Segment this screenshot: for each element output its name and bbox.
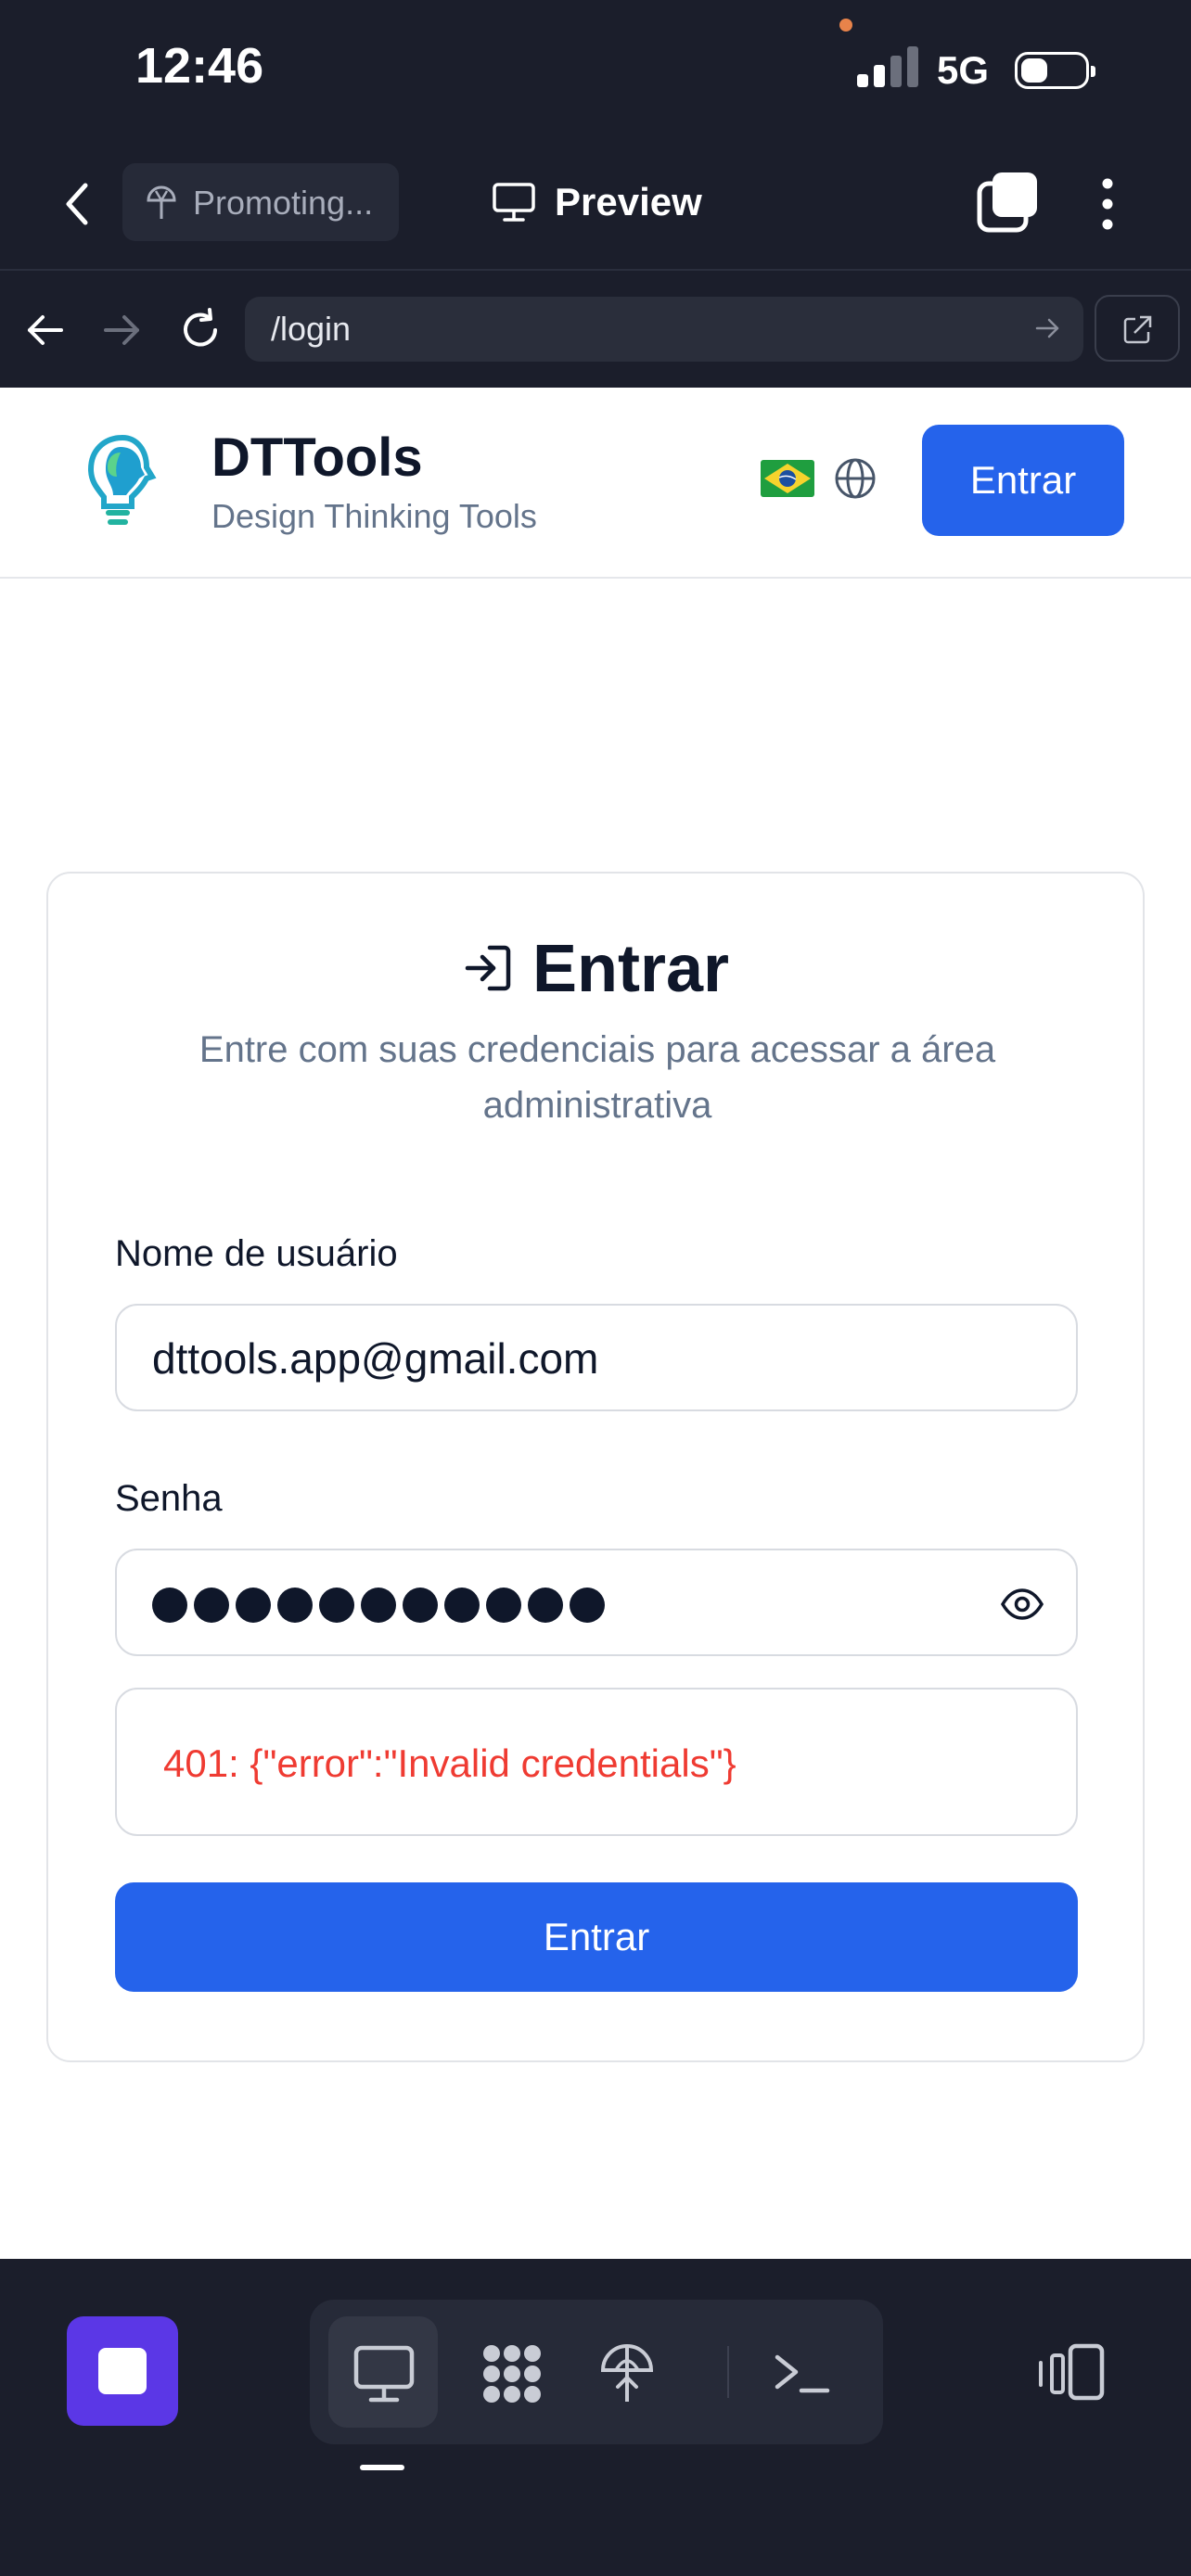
active-tab-indicator [360,2465,404,2470]
username-field[interactable]: dttools.app@gmail.com [115,1304,1078,1411]
external-link-icon [1123,315,1152,344]
site-title: DTTools [211,427,423,488]
clock: 12:46 [135,38,264,94]
app-toolbar: Promoting... Preview [0,139,1191,271]
language-globe-icon[interactable] [833,456,877,501]
username-label: Nome de usuário [115,1233,398,1274]
go-arrow-icon[interactable] [1033,313,1063,343]
password-dot [361,1588,396,1623]
tabs-icon[interactable] [976,171,1039,234]
login-icon [465,945,511,991]
preview-label: Preview [555,180,702,223]
browser-nav-bar: /login [0,271,1191,388]
promote-label: Promoting... [193,184,374,222]
password-dot [486,1588,521,1623]
device-toggle-icon[interactable] [1035,2342,1106,2402]
browser-back-icon[interactable] [19,304,70,356]
promote-button[interactable]: Promoting... [122,163,399,241]
site-subtitle: Design Thinking Tools [211,497,537,535]
login-card: Entrar Entre com suas credenciais para a… [46,872,1145,2062]
url-field[interactable]: /login [245,297,1083,362]
bottom-dock [0,2259,1191,2576]
username-value: dttools.app@gmail.com [152,1334,599,1383]
dock-separator [727,2346,729,2398]
dttools-logo-icon [87,434,157,525]
password-dot [277,1588,313,1623]
terminal-icon[interactable] [770,2342,833,2405]
password-dot [570,1588,605,1623]
password-dot [152,1588,187,1623]
monitor-icon [493,183,535,222]
login-submit-button[interactable]: Entrar [115,1882,1078,1992]
password-field[interactable] [115,1549,1078,1656]
login-description: Entre com suas credenciais para acessar … [198,1029,996,1126]
site-header: DTTools Design Thinking Tools Entrar [0,388,1191,579]
reload-icon[interactable] [174,304,226,356]
network-type: 5G [937,48,990,92]
password-dot [319,1588,354,1623]
header-login-button[interactable]: Entrar [922,425,1124,536]
error-message: 401: {"error":"Invalid credentials"} [163,1741,736,1785]
stop-button[interactable] [67,2316,178,2426]
error-alert: 401: {"error":"Invalid credentials"} [115,1688,1078,1836]
stop-icon [98,2348,147,2394]
battery-icon [1015,52,1095,89]
signal-icon [857,46,920,87]
password-dot [403,1588,438,1623]
password-dot [236,1588,271,1623]
more-options-icon[interactable] [1085,174,1130,234]
dock-tools [310,2300,883,2444]
web-page: DTTools Design Thinking Tools Entrar Ent… [0,388,1191,2259]
mic-indicator-dot [839,19,852,32]
back-chevron-icon[interactable] [58,178,98,230]
preview-monitor-icon[interactable] [352,2342,416,2405]
login-title: Entrar [531,932,730,1006]
url-text: /login [271,310,352,348]
password-label: Senha [115,1478,223,1519]
browser-forward-icon[interactable] [96,304,148,356]
open-external-button[interactable] [1095,295,1180,362]
password-dot [444,1588,480,1623]
password-dot [528,1588,563,1623]
deployments-icon[interactable] [596,2342,659,2405]
workflows-icon[interactable] [480,2342,544,2405]
status-bar: 12:46 5G [0,0,1191,139]
brazil-flag-icon[interactable] [761,460,814,497]
deploy-icon [147,185,176,219]
password-dot [194,1588,229,1623]
login-heading: Entrar [48,931,1143,1007]
password-mask [152,1588,605,1623]
show-password-eye-icon[interactable] [1000,1588,1044,1621]
